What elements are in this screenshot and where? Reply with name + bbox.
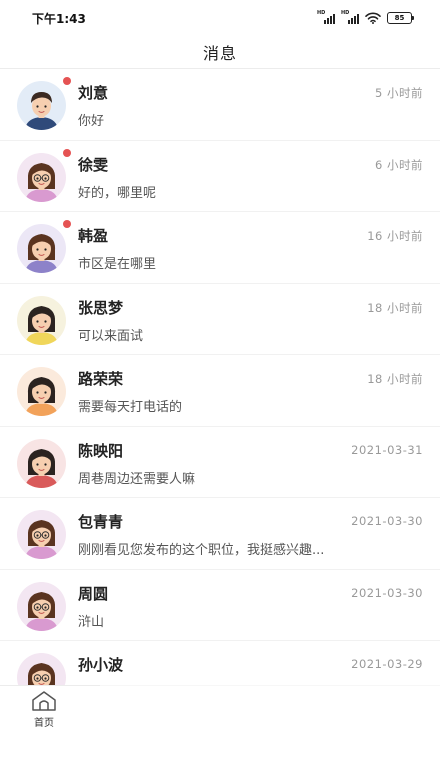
message-time: 18 小时前 xyxy=(367,300,423,315)
message-preview: 可以来面试 xyxy=(78,328,144,344)
message-row[interactable]: 周圆 2021-03-30 浒山 xyxy=(0,570,440,641)
message-preview: 刚刚看见您发布的这个职位，我挺感兴趣... xyxy=(78,543,325,558)
contact-name: 张思梦 xyxy=(78,298,124,317)
avatar xyxy=(17,224,66,273)
home-icon xyxy=(32,691,56,711)
contact-name: 周圆 xyxy=(78,584,109,603)
avatar xyxy=(17,438,66,488)
message-preview: 市区是在哪里 xyxy=(78,257,157,272)
unread-dot xyxy=(63,220,71,228)
tab-home[interactable]: 首页 xyxy=(26,690,62,729)
message-time: 18 小时前 xyxy=(367,372,423,386)
contact-name: 陈映阳 xyxy=(78,441,124,460)
unread-dot xyxy=(63,77,71,85)
contact-name: 徐雯 xyxy=(78,155,109,174)
cellular-signal-icon-2: HD xyxy=(341,11,359,24)
message-time: 2021-03-31 xyxy=(351,442,423,457)
battery-icon: 85 xyxy=(387,12,414,24)
avatar xyxy=(17,510,66,559)
avatar xyxy=(17,581,66,631)
message-preview: 好的，哪里呢 xyxy=(78,185,157,201)
avatar xyxy=(17,152,66,202)
message-row[interactable]: 张思梦 18 小时前可以来面试 xyxy=(0,284,440,355)
nav-header: 消息 xyxy=(0,36,440,69)
message-time: 5 小时前 xyxy=(375,86,423,100)
message-time: 6 小时前 xyxy=(375,157,423,172)
message-list: 刘意 5 小时前你好 徐雯 6 小时前好的，哪里呢 韩盈 16 小时前市区是在哪里 张… xyxy=(0,69,440,770)
status-bar: 下午1:43 HD HD 85 xyxy=(0,0,440,36)
unread-dot xyxy=(63,148,71,157)
tab-bar: 首页 xyxy=(0,674,440,770)
message-preview: 周巷周边还需要人嘛 xyxy=(78,471,196,487)
message-row[interactable]: 陈映阳 2021-03-31 周巷周边还需要人嘛 xyxy=(0,427,440,498)
message-row[interactable]: 韩盈 16 小时前市区是在哪里 xyxy=(0,212,440,284)
avatar xyxy=(17,81,66,130)
message-time: 16 小时前 xyxy=(367,229,423,243)
message-time: 2021-03-30 xyxy=(351,585,423,600)
message-preview: 浒山 xyxy=(78,614,105,630)
contact-name: 刘意 xyxy=(78,84,109,102)
message-time: 2021-03-29 xyxy=(351,657,423,671)
message-preview: 需要每天打电话的 xyxy=(78,400,183,415)
avatar xyxy=(17,295,66,345)
avatar xyxy=(17,367,66,416)
message-row[interactable]: 路荣荣 18 小时前需要每天打电话的 xyxy=(0,355,440,427)
contact-name: 包青青 xyxy=(78,513,124,531)
cellular-signal-icon: HD xyxy=(317,11,335,24)
wifi-icon xyxy=(365,12,381,24)
page-title: 消息 xyxy=(202,44,237,63)
message-time: 2021-03-30 xyxy=(351,514,423,528)
tab-bar-fade xyxy=(100,674,440,714)
message-row[interactable]: 包青青 2021-03-30 刚刚看见您发布的这个职位，我挺感兴趣... xyxy=(0,498,440,570)
message-row[interactable]: 徐雯 6 小时前好的，哪里呢 xyxy=(0,141,440,212)
tab-home-label: 首页 xyxy=(34,718,54,729)
battery-level: 85 xyxy=(394,14,405,22)
message-row[interactable]: 刘意 5 小时前你好 xyxy=(0,69,440,141)
contact-name: 孙小波 xyxy=(78,656,124,674)
status-time: 下午1:43 xyxy=(32,11,86,26)
message-preview: 你好 xyxy=(78,114,105,129)
contact-name: 路荣荣 xyxy=(78,370,124,388)
contact-name: 韩盈 xyxy=(78,227,109,245)
status-icons: HD HD 85 xyxy=(317,11,414,24)
